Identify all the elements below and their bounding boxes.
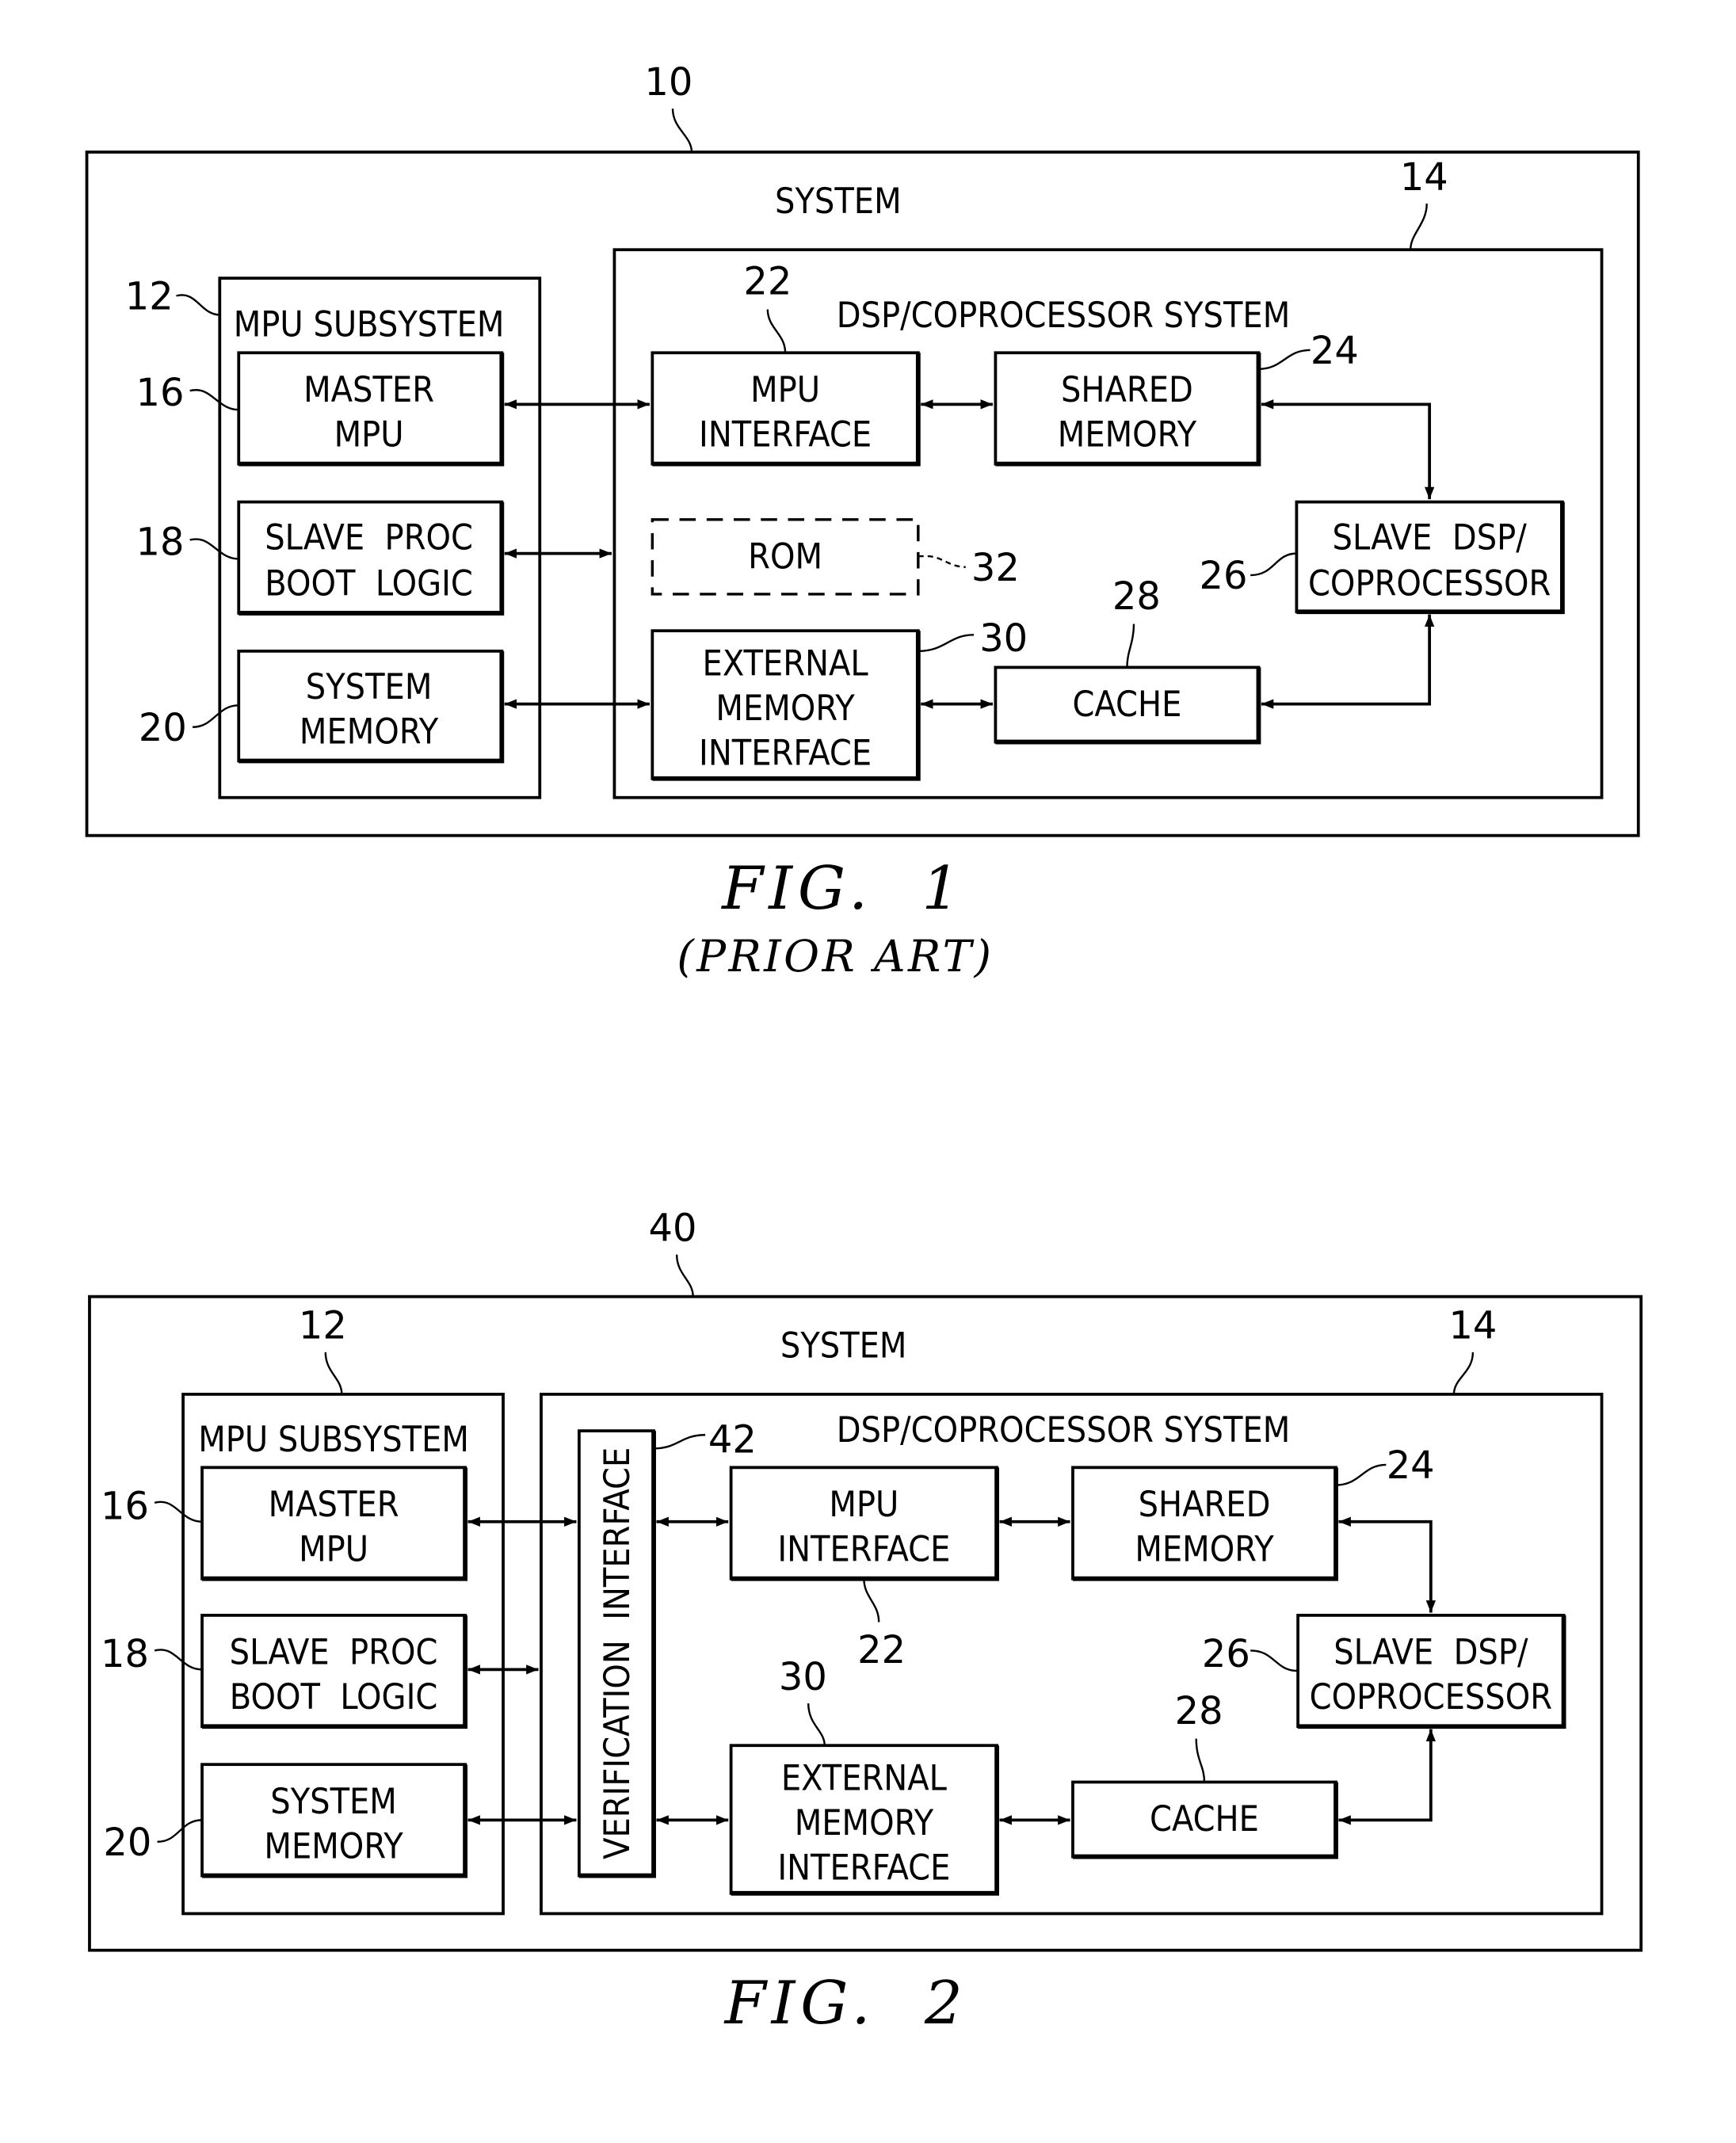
ref-28: 28 bbox=[1112, 575, 1161, 619]
svg-text:MEMORY: MEMORY bbox=[795, 1803, 934, 1844]
patent-drawing-sheet: 10 SYSTEM MPU SUBSYSTEM 12 DSP/COPROCESS… bbox=[85, 61, 1643, 2038]
master-mpu-block: MASTER MPU bbox=[237, 351, 505, 467]
ref-22: 22 bbox=[743, 261, 792, 304]
leader-40 bbox=[675, 1254, 694, 1297]
ref-22: 22 bbox=[857, 1629, 906, 1672]
svg-text:MASTER: MASTER bbox=[269, 1485, 399, 1525]
svg-text:SLAVE PROC: SLAVE PROC bbox=[265, 517, 473, 558]
ref-14: 14 bbox=[1400, 156, 1448, 200]
svg-text:SHARED: SHARED bbox=[1139, 1485, 1271, 1525]
ref-28: 28 bbox=[1175, 1690, 1223, 1733]
svg-text:BOOT LOGIC: BOOT LOGIC bbox=[230, 1677, 438, 1718]
ref-18: 18 bbox=[135, 520, 184, 564]
verification-interface-block: VERIFICATION INTERFACE bbox=[578, 1429, 656, 1878]
ref-30: 30 bbox=[779, 1656, 827, 1699]
mpu-subsystem-label: MPU SUBSYSTEM bbox=[234, 305, 505, 345]
system-memory-block: SYSTEM MEMORY bbox=[237, 649, 505, 764]
ref-16: 16 bbox=[101, 1485, 149, 1528]
ref-12: 12 bbox=[299, 1305, 347, 1348]
svg-text:CACHE: CACHE bbox=[1072, 684, 1181, 725]
ref-24: 24 bbox=[1311, 330, 1359, 373]
mpu-interface-block: MPU INTERFACE bbox=[729, 1466, 1000, 1581]
svg-text:MASTER: MASTER bbox=[303, 370, 434, 410]
svg-text:SHARED: SHARED bbox=[1061, 370, 1193, 410]
system-label: SYSTEM bbox=[775, 181, 902, 222]
svg-text:EXTERNAL: EXTERNAL bbox=[703, 644, 869, 684]
svg-text:COPROCESSOR: COPROCESSOR bbox=[1308, 564, 1551, 604]
mpu-interface-block: MPU INTERFACE bbox=[651, 351, 921, 467]
svg-text:CACHE: CACHE bbox=[1150, 1799, 1259, 1840]
svg-text:INTERFACE: INTERFACE bbox=[777, 1529, 950, 1569]
svg-text:MPU: MPU bbox=[750, 370, 820, 410]
ref-32: 32 bbox=[971, 547, 1020, 590]
figure-1-caption: FIG. 1 bbox=[720, 853, 965, 923]
cache-block: CACHE bbox=[1071, 1780, 1338, 1859]
ref-30: 30 bbox=[979, 617, 1028, 661]
svg-text:MEMORY: MEMORY bbox=[1058, 414, 1197, 455]
ref-12: 12 bbox=[125, 276, 174, 319]
rom-block: ROM bbox=[651, 518, 920, 596]
svg-text:MEMORY: MEMORY bbox=[1135, 1529, 1274, 1569]
figure-1: 10 SYSTEM MPU SUBSYSTEM 12 DSP/COPROCESS… bbox=[85, 61, 1640, 982]
ref-20: 20 bbox=[103, 1821, 151, 1865]
svg-text:COPROCESSOR: COPROCESSOR bbox=[1310, 1677, 1552, 1718]
figure-1-subcaption: (PRIOR ART) bbox=[677, 931, 994, 982]
svg-text:MPU: MPU bbox=[299, 1529, 368, 1569]
svg-text:MEMORY: MEMORY bbox=[715, 688, 855, 729]
master-mpu-block: MASTER MPU bbox=[200, 1466, 468, 1581]
svg-text:SLAVE DSP/: SLAVE DSP/ bbox=[1333, 1633, 1528, 1673]
svg-text:MEMORY: MEMORY bbox=[264, 1826, 403, 1867]
slave-boot-logic-block: SLAVE PROC BOOT LOGIC bbox=[237, 500, 505, 616]
external-memory-interface-block: EXTERNAL MEMORY INTERFACE bbox=[651, 629, 921, 781]
svg-text:MPU: MPU bbox=[829, 1485, 899, 1525]
slave-dsp-block: SLAVE DSP/ COPROCESSOR bbox=[1295, 500, 1565, 615]
ref-16: 16 bbox=[135, 372, 184, 415]
shared-memory-block: SHARED MEMORY bbox=[1071, 1466, 1338, 1581]
svg-text:VERIFICATION INTERFACE: VERIFICATION INTERFACE bbox=[597, 1447, 638, 1859]
svg-text:SYSTEM: SYSTEM bbox=[270, 1782, 397, 1822]
ref-26: 26 bbox=[1199, 555, 1247, 598]
svg-text:MPU: MPU bbox=[334, 414, 404, 455]
svg-text:SYSTEM: SYSTEM bbox=[306, 667, 433, 707]
svg-text:INTERFACE: INTERFACE bbox=[699, 414, 872, 455]
ref-18: 18 bbox=[101, 1633, 149, 1676]
svg-text:INTERFACE: INTERFACE bbox=[699, 734, 872, 774]
ref-42: 42 bbox=[708, 1418, 757, 1462]
svg-text:ROM: ROM bbox=[748, 536, 822, 577]
ref-20: 20 bbox=[139, 707, 187, 750]
slave-boot-logic-block: SLAVE PROC BOOT LOGIC bbox=[200, 1614, 468, 1729]
svg-text:SLAVE DSP/: SLAVE DSP/ bbox=[1333, 517, 1528, 558]
slave-dsp-block: SLAVE DSP/ COPROCESSOR bbox=[1296, 1614, 1566, 1729]
system-memory-block: SYSTEM MEMORY bbox=[200, 1763, 468, 1878]
ref-40: 40 bbox=[649, 1207, 697, 1250]
leader-10 bbox=[671, 109, 693, 153]
svg-text:MEMORY: MEMORY bbox=[300, 711, 439, 752]
external-memory-interface-block: EXTERNAL MEMORY INTERFACE bbox=[729, 1744, 1000, 1896]
dsp-system-label: DSP/COPROCESSOR SYSTEM bbox=[837, 296, 1291, 336]
svg-text:INTERFACE: INTERFACE bbox=[777, 1848, 950, 1889]
svg-text:BOOT LOGIC: BOOT LOGIC bbox=[265, 564, 473, 604]
dsp-system-label: DSP/COPROCESSOR SYSTEM bbox=[837, 1410, 1291, 1451]
ref-10: 10 bbox=[644, 61, 692, 105]
system-label: SYSTEM bbox=[780, 1326, 907, 1367]
cache-block: CACHE bbox=[994, 665, 1261, 745]
mpu-subsystem-label: MPU SUBSYSTEM bbox=[198, 1420, 469, 1460]
shared-memory-block: SHARED MEMORY bbox=[994, 351, 1261, 467]
ref-26: 26 bbox=[1202, 1633, 1250, 1676]
figure-2: 40 SYSTEM MPU SUBSYSTEM 12 DSP/COPROCESS… bbox=[88, 1207, 1643, 2038]
svg-text:EXTERNAL: EXTERNAL bbox=[781, 1759, 948, 1799]
figure-2-caption: FIG. 2 bbox=[723, 1968, 968, 2038]
svg-text:SLAVE PROC: SLAVE PROC bbox=[230, 1633, 438, 1673]
ref-14: 14 bbox=[1448, 1305, 1497, 1348]
ref-24: 24 bbox=[1387, 1444, 1435, 1488]
